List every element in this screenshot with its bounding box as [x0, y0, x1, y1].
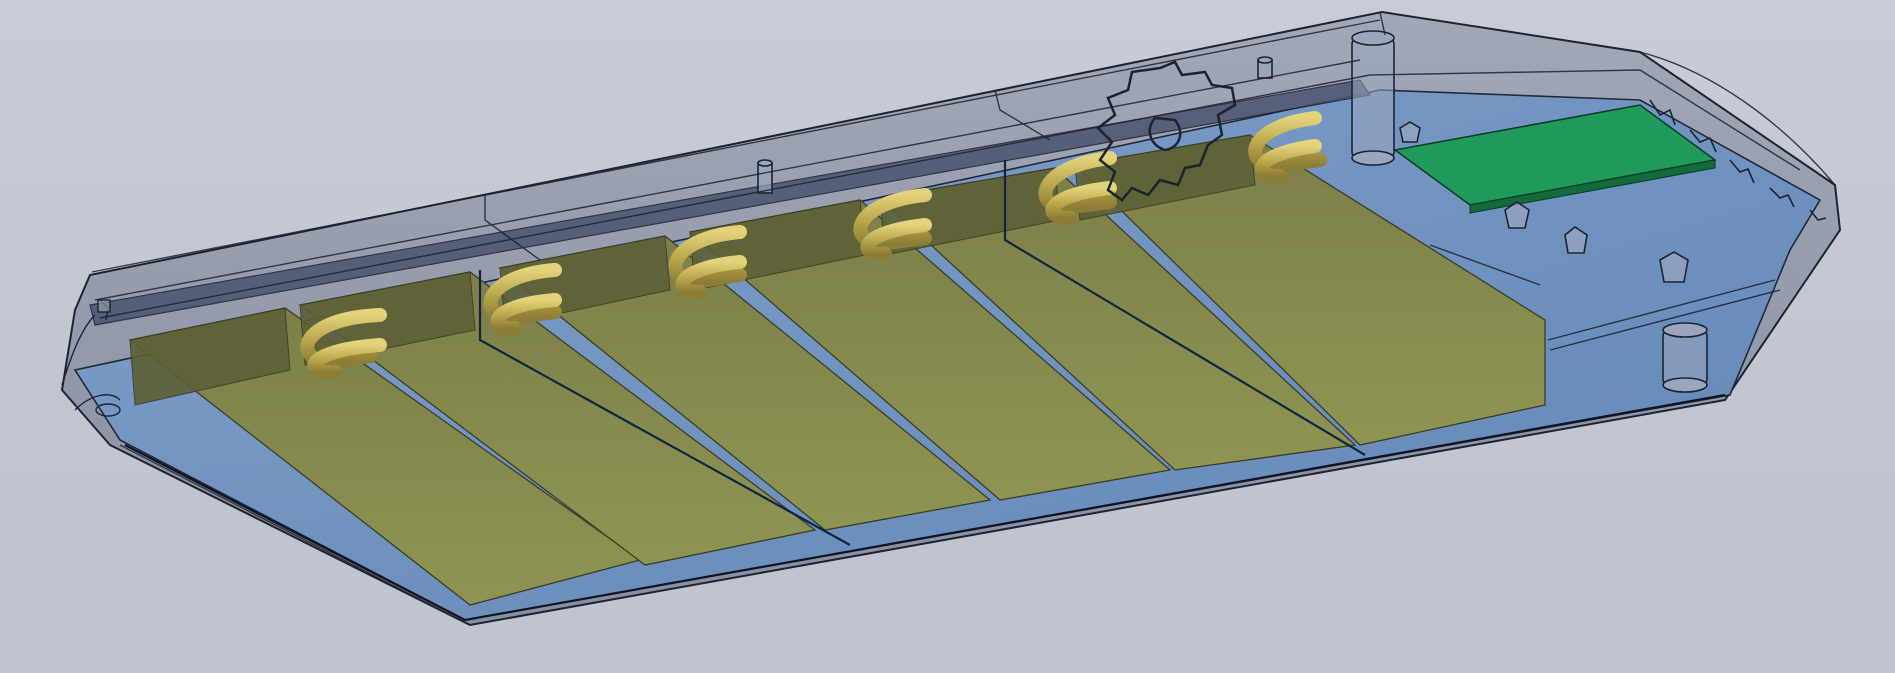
mounting-boss-3	[757, 159, 773, 194]
cad-viewport[interactable]	[0, 0, 1895, 673]
mounting-boss-2	[1662, 322, 1708, 393]
mounting-boss-1	[1351, 30, 1395, 166]
mounting-boss-4	[1257, 56, 1273, 79]
cad-model[interactable]	[0, 0, 1895, 673]
